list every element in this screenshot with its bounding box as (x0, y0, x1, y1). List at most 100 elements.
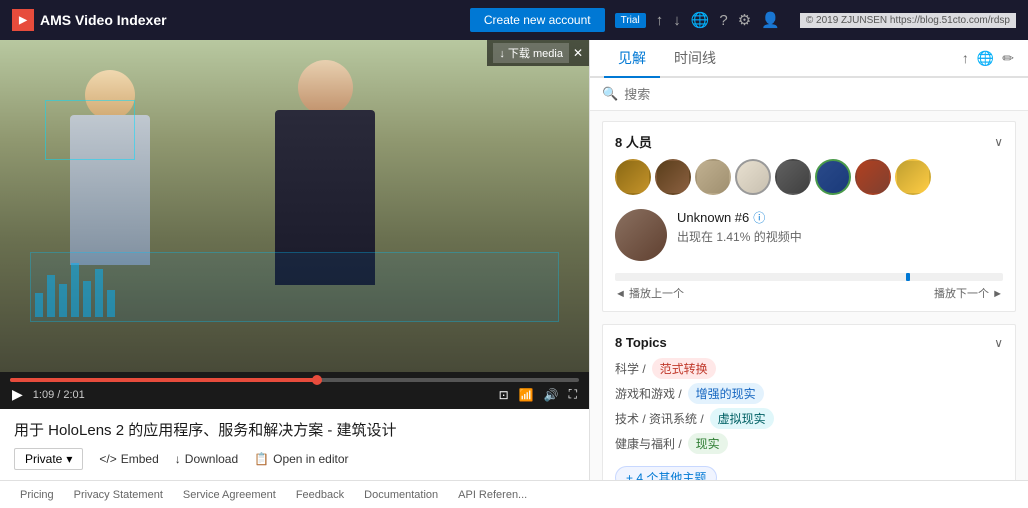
tab-icons: ↑ 🌐 ✏ (962, 40, 1014, 76)
video-actions: Private ▾ </> Embed ↓ Download 📋 Open in… (14, 448, 575, 470)
app-name: AMS Video Indexer (40, 12, 167, 28)
download-media-button[interactable]: ↓ 下载 media (493, 43, 569, 63)
head-shape-2 (298, 60, 353, 115)
topics-section: 8 Topics ∨ 科学 / 范式转换 游戏和游戏 / 增强的现实 技术 / … (602, 324, 1016, 480)
avatar-5[interactable] (775, 159, 811, 195)
settings-icon[interactable]: ⚙ (738, 11, 751, 29)
user-icon[interactable]: 👤 (761, 11, 780, 29)
editor-icon: 📋 (254, 452, 269, 466)
topics-chevron-icon[interactable]: ∨ (994, 336, 1003, 350)
private-button[interactable]: Private ▾ (14, 448, 83, 470)
search-bar: 🔍 (590, 78, 1028, 111)
main-layout: ↓ 下载 media ✕ ▶ 1:09 / 2:01 ⊡ 📶 🔊 ⛶ (0, 40, 1028, 480)
logo-area: ▶ AMS Video Indexer (12, 9, 167, 31)
fullscreen-button[interactable]: ⛶ (567, 387, 579, 402)
people-next-button[interactable]: 播放下一个 ► (934, 285, 1003, 301)
more-topics-container: + 4 个其他主题 (615, 462, 1003, 480)
private-label: Private (25, 452, 62, 466)
topics-section-header: 8 Topics ∨ (615, 335, 1003, 350)
signal-button[interactable]: 📶 (517, 388, 536, 402)
topic-prefix-2: 技术 / 资讯系统 / (615, 410, 704, 427)
watermark-text: © 2019 ZJUNSEN https://blog.51cto.com/rd… (800, 13, 1016, 28)
embed-button[interactable]: </> Embed (99, 452, 158, 466)
top-nav-bar: ▶ AMS Video Indexer Create new account T… (0, 0, 1028, 40)
people-timeline-marker (906, 273, 910, 281)
topic-tag-1[interactable]: 增强的现实 (688, 383, 764, 404)
topics-section-title: 8 Topics (615, 335, 667, 350)
people-section: 8 人员 ∨ (602, 121, 1016, 312)
download-label: Download (185, 452, 238, 466)
person-detail: Unknown #6 ⓘ 出现在 1.41% 的视频中 (615, 203, 1003, 267)
video-panel-close[interactable]: ✕ (573, 46, 583, 60)
video-scene (0, 40, 589, 372)
time-display: 1:09 / 2:01 (33, 389, 85, 401)
person-avatar-large (615, 209, 667, 261)
person-info-icon[interactable]: ⓘ (753, 209, 765, 226)
volume-button[interactable]: 🔊 (542, 388, 561, 402)
more-topics-button[interactable]: + 4 个其他主题 (615, 466, 717, 480)
footer-documentation[interactable]: Documentation (364, 489, 438, 501)
avatar-6[interactable] (815, 159, 851, 195)
tab-globe-icon[interactable]: 🌐 (977, 50, 994, 67)
footer-privacy[interactable]: Privacy Statement (74, 489, 163, 501)
video-controls: ▶ 1:09 / 2:01 ⊡ 📶 🔊 ⛶ (0, 372, 589, 409)
progress-bar[interactable] (10, 378, 579, 382)
avatar-4[interactable] (735, 159, 771, 195)
avatar-2[interactable] (655, 159, 691, 195)
controls-row: ▶ 1:09 / 2:01 ⊡ 📶 🔊 ⛶ (10, 386, 579, 403)
topic-tag-2[interactable]: 虚拟现实 (710, 408, 774, 429)
logo-icon: ▶ (12, 9, 34, 31)
tab-insights[interactable]: 见解 (604, 40, 660, 78)
video-info: 用于 HoloLens 2 的应用程序、服务和解决方案 - 建筑设计 Priva… (0, 409, 589, 480)
people-section-title: 8 人员 (615, 132, 652, 151)
bar2 (47, 275, 55, 317)
tab-upload-icon[interactable]: ↑ (962, 50, 969, 66)
video-top-bar: ↓ 下载 media ✕ (487, 40, 589, 66)
people-prev-button[interactable]: ◄ 播放上一个 (615, 285, 684, 301)
footer-feedback[interactable]: Feedback (296, 489, 344, 501)
avatar-3[interactable] (695, 159, 731, 195)
bar5 (83, 281, 91, 317)
right-tabs: 见解 时间线 ↑ 🌐 ✏ (590, 40, 1028, 78)
open-editor-button[interactable]: 📋 Open in editor (254, 452, 348, 466)
download-button[interactable]: ↓ Download (175, 452, 238, 466)
footer-pricing[interactable]: Pricing (20, 489, 54, 501)
topic-tag-3[interactable]: 现实 (688, 433, 728, 454)
people-avatars (615, 159, 1003, 195)
top-bar-icons: ↑ ↓ 🌐 ? ⚙ 👤 (656, 11, 780, 29)
avatar-8[interactable] (895, 159, 931, 195)
person-info: Unknown #6 ⓘ 出现在 1.41% 的视频中 (677, 209, 1003, 245)
person-stat: 出现在 1.41% 的视频中 (677, 228, 1003, 245)
download-icon[interactable]: ↓ (673, 12, 681, 29)
person-name-text: Unknown #6 (677, 210, 749, 225)
topic-row-3: 健康与福利 / 现实 (615, 433, 1003, 454)
globe-icon[interactable]: 🌐 (691, 11, 710, 29)
topic-prefix-3: 健康与福利 / (615, 435, 682, 452)
trial-badge: Trial (615, 13, 646, 28)
upload-icon[interactable]: ↑ (656, 12, 664, 29)
people-timeline-bar[interactable] (615, 273, 1003, 281)
tab-timeline[interactable]: 时间线 (660, 40, 730, 78)
play-button[interactable]: ▶ (10, 386, 25, 403)
create-account-button[interactable]: Create new account (470, 8, 605, 32)
avatar-1[interactable] (615, 159, 651, 195)
embed-label: Embed (121, 452, 159, 466)
topics-grid: 科学 / 范式转换 游戏和游戏 / 增强的现实 技术 / 资讯系统 / 虚拟现实… (615, 358, 1003, 454)
bar4 (71, 263, 79, 317)
avatar-7[interactable] (855, 159, 891, 195)
topic-tag-0[interactable]: 范式转换 (652, 358, 716, 379)
subtitles-button[interactable]: ⊡ (497, 388, 511, 402)
bar1 (35, 293, 43, 317)
video-area: ↓ 下载 media ✕ (0, 40, 589, 372)
person-name: Unknown #6 ⓘ (677, 209, 1003, 226)
ar-frame (45, 100, 135, 160)
people-chevron-icon[interactable]: ∨ (994, 135, 1003, 149)
tab-edit-icon[interactable]: ✏ (1002, 50, 1014, 67)
progress-fill (10, 378, 317, 382)
search-input[interactable] (624, 87, 1016, 102)
open-editor-label: Open in editor (273, 452, 348, 466)
footer-api-reference[interactable]: API Referen... (458, 489, 527, 501)
footer-service-agreement[interactable]: Service Agreement (183, 489, 276, 501)
help-icon[interactable]: ? (719, 12, 727, 29)
tab-insights-label: 见解 (618, 50, 646, 66)
